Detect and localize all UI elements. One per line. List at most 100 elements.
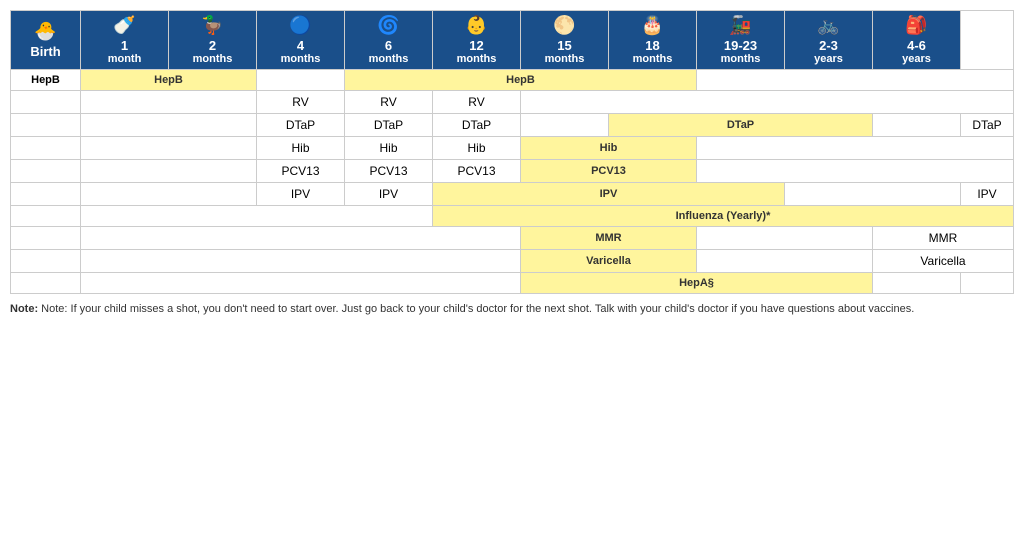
vaccine-cell bbox=[697, 70, 1014, 91]
age-line2-3: months bbox=[259, 53, 342, 65]
age-line2-9: years bbox=[787, 53, 870, 65]
age-line2-6: months bbox=[523, 53, 606, 65]
vaccine-cell: IPV bbox=[345, 183, 433, 206]
vaccine-cell: Hib bbox=[433, 137, 521, 160]
header-cell-8: 🚂 19-23months bbox=[697, 11, 785, 70]
vaccine-label bbox=[11, 183, 81, 206]
vaccine-cell bbox=[81, 250, 521, 273]
header-cell-0: 🐣Birth bbox=[11, 11, 81, 70]
vaccine-cell: IPV bbox=[961, 183, 1014, 206]
vaccine-cell: RV bbox=[257, 91, 345, 114]
vaccine-label bbox=[11, 114, 81, 137]
vaccine-cell bbox=[697, 227, 873, 250]
vaccine-cell: DTaP bbox=[609, 114, 873, 137]
age-icon-9: 🚲 bbox=[787, 15, 870, 36]
vaccine-cell bbox=[961, 273, 1014, 294]
vaccine-cell: PCV13 bbox=[257, 160, 345, 183]
vaccine-label bbox=[11, 227, 81, 250]
age-line2-2: months bbox=[171, 53, 254, 65]
vaccine-cell: IPV bbox=[257, 183, 345, 206]
vaccine-label bbox=[11, 206, 81, 227]
vaccine-cell: Hib bbox=[521, 137, 697, 160]
vaccine-cell: DTaP bbox=[433, 114, 521, 137]
header-cell-1: 🍼 1month bbox=[81, 11, 169, 70]
age-line1-8: 19-23 bbox=[699, 38, 782, 53]
table-row: RVRVRV bbox=[11, 91, 1014, 114]
vaccine-cell: Influenza (Yearly)* bbox=[433, 206, 1014, 227]
age-line1-1: 1 bbox=[83, 38, 166, 53]
age-icon-4: 🌀 bbox=[347, 15, 430, 36]
table-row: Varicella Varicella bbox=[11, 250, 1014, 273]
table-row: IPVIPVIPVIPV bbox=[11, 183, 1014, 206]
age-line2-8: months bbox=[699, 53, 782, 65]
vaccine-cell: Varicella bbox=[521, 250, 697, 273]
header-cell-4: 🌀 6months bbox=[345, 11, 433, 70]
vaccine-cell bbox=[81, 273, 521, 294]
vaccine-cell bbox=[81, 206, 433, 227]
vaccine-cell: MMR bbox=[873, 227, 1014, 250]
vaccine-cell: Varicella bbox=[873, 250, 1014, 273]
age-icon-10: 🎒 bbox=[875, 15, 958, 36]
vaccine-cell: PCV13 bbox=[345, 160, 433, 183]
vaccine-cell bbox=[81, 160, 257, 183]
vaccine-cell bbox=[521, 114, 609, 137]
vaccine-cell bbox=[81, 227, 521, 250]
vaccine-label bbox=[11, 273, 81, 294]
vaccine-cell bbox=[697, 160, 1014, 183]
vaccine-cell bbox=[521, 91, 1014, 114]
age-line2-7: months bbox=[611, 53, 694, 65]
age-line1-7: 18 bbox=[611, 38, 694, 53]
age-line1-4: 6 bbox=[347, 38, 430, 53]
vaccine-cell bbox=[697, 137, 1014, 160]
vaccine-label bbox=[11, 250, 81, 273]
vaccine-cell bbox=[785, 183, 961, 206]
vaccine-cell: DTaP bbox=[257, 114, 345, 137]
vaccine-cell bbox=[873, 273, 961, 294]
age-line1-10: 4-6 bbox=[875, 38, 958, 53]
vaccine-cell: PCV13 bbox=[433, 160, 521, 183]
header-cell-2: 🦆 2months bbox=[169, 11, 257, 70]
vaccine-cell: Hib bbox=[345, 137, 433, 160]
age-icon-6: 🌕 bbox=[523, 15, 606, 36]
header-cell-6: 🌕 15months bbox=[521, 11, 609, 70]
table-row: Influenza (Yearly)* bbox=[11, 206, 1014, 227]
age-line1-6: 15 bbox=[523, 38, 606, 53]
age-icon-8: 🚂 bbox=[699, 15, 782, 36]
age-line1-2: 2 bbox=[171, 38, 254, 53]
age-line1-3: 4 bbox=[259, 38, 342, 53]
header-cell-3: 🔵 4months bbox=[257, 11, 345, 70]
vaccine-cell: MMR bbox=[521, 227, 697, 250]
header-cell-9: 🚲 2-3years bbox=[785, 11, 873, 70]
table-row: HepA§ bbox=[11, 273, 1014, 294]
vaccine-cell: HepB bbox=[345, 70, 697, 91]
vaccine-cell: RV bbox=[433, 91, 521, 114]
note-text: Note: Note: If your child misses a shot,… bbox=[10, 302, 1014, 317]
age-line1-9: 2-3 bbox=[787, 38, 870, 53]
vaccine-label bbox=[11, 160, 81, 183]
vaccine-cell: IPV bbox=[433, 183, 785, 206]
table-row: MMR MMR bbox=[11, 227, 1014, 250]
header-cell-7: 🎂18months bbox=[609, 11, 697, 70]
age-icon-2: 🦆 bbox=[171, 15, 254, 36]
vaccine-cell bbox=[697, 250, 873, 273]
age-line2-10: years bbox=[875, 53, 958, 65]
age-line1-5: 12 bbox=[435, 38, 518, 53]
header-cell-10: 🎒 4-6years bbox=[873, 11, 961, 70]
vaccine-cell bbox=[257, 70, 345, 91]
age-icon-3: 🔵 bbox=[259, 15, 342, 36]
table-row: HepBHepBHepB bbox=[11, 70, 1014, 91]
age-line1-0: Birth bbox=[13, 44, 78, 59]
age-icon-1: 🍼 bbox=[83, 15, 166, 36]
vaccine-cell: DTaP bbox=[345, 114, 433, 137]
vaccine-cell: PCV13 bbox=[521, 160, 697, 183]
vaccine-label bbox=[11, 137, 81, 160]
header-cell-5: 👶12months bbox=[433, 11, 521, 70]
age-line2-1: month bbox=[83, 53, 166, 65]
age-line2-4: months bbox=[347, 53, 430, 65]
table-row: PCV13PCV13PCV13PCV13 bbox=[11, 160, 1014, 183]
vaccine-cell bbox=[873, 114, 961, 137]
vaccine-cell bbox=[81, 91, 257, 114]
table-row: HibHibHibHib bbox=[11, 137, 1014, 160]
vaccine-cell: HepB bbox=[81, 70, 257, 91]
vaccine-cell bbox=[81, 114, 257, 137]
